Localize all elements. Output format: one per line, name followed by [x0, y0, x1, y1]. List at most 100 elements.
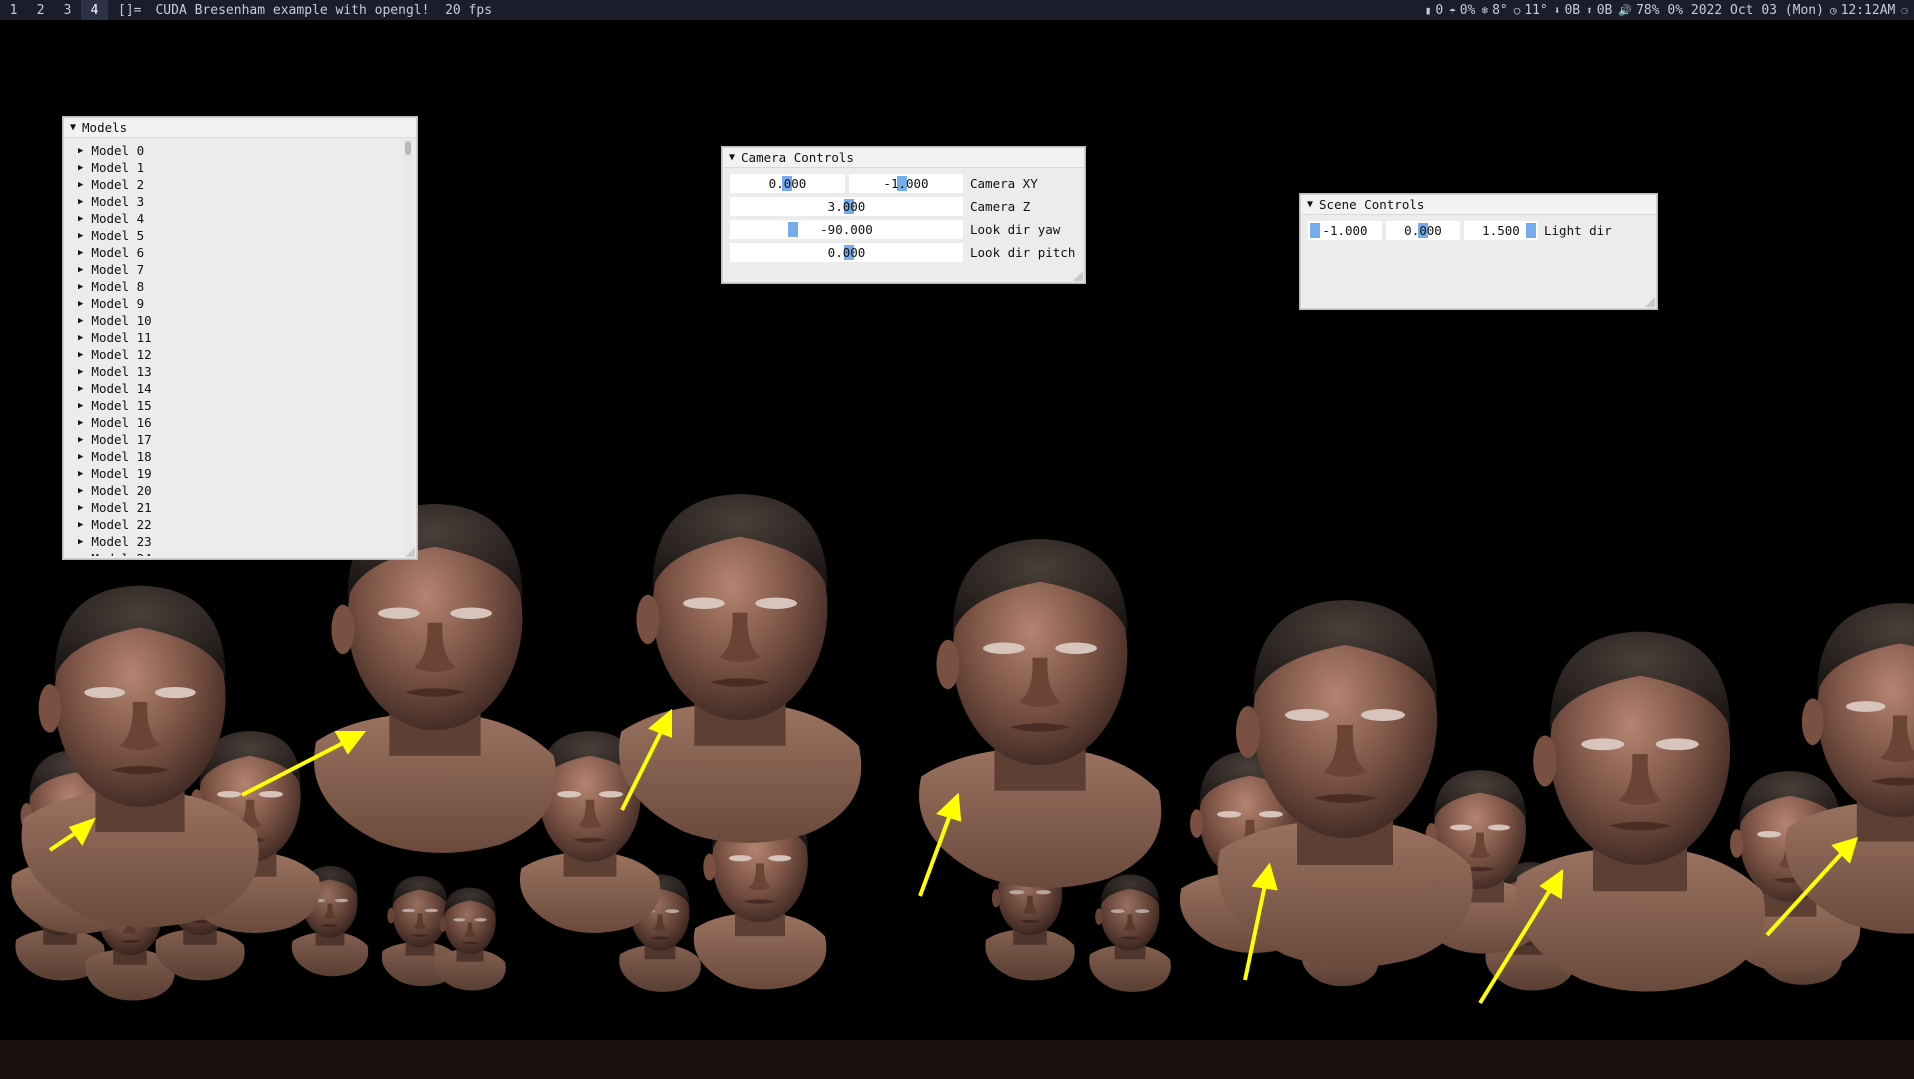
model-tree-item[interactable]: ▶ Model 10 [78, 312, 402, 329]
resize-grip[interactable] [405, 547, 415, 557]
expand-arrow-icon[interactable]: ▶ [78, 197, 83, 207]
expand-arrow-icon[interactable]: ▶ [78, 401, 83, 411]
volume-value: 78% [1636, 2, 1660, 18]
light-dir-z-grab[interactable] [1526, 223, 1536, 238]
light-dir-x-grab[interactable] [1310, 223, 1320, 238]
window-title: CUDA Bresenham example with opengl! 20 f… [155, 2, 493, 18]
camera-window-title[interactable]: ▼ Camera Controls [723, 148, 1084, 168]
model-tree-item[interactable]: ▶ Model 22 [78, 516, 402, 533]
workspace-4[interactable]: 4 [81, 0, 108, 20]
camera-y-drag[interactable]: -1.000 [849, 174, 963, 193]
model-tree-item[interactable]: ▶ Model 2 [78, 176, 402, 193]
light-dir-z-drag[interactable]: 1.500 [1464, 221, 1538, 240]
camera-z-drag[interactable]: 3.000 [730, 197, 963, 216]
camera-xy-label: Camera XY [970, 176, 1038, 191]
resize-grip[interactable] [1645, 297, 1655, 307]
model-tree-item[interactable]: ▶ Model 21 [78, 499, 402, 516]
expand-arrow-icon[interactable]: ▶ [78, 554, 83, 557]
model-tree-item[interactable]: ▶ Model 4 [78, 210, 402, 227]
look-yaw-grab[interactable] [788, 222, 798, 237]
expand-arrow-icon[interactable]: ▶ [78, 367, 83, 377]
light-dir-z-value: 1.500 [1482, 223, 1520, 238]
download-value: 0B [1564, 2, 1581, 18]
status-area: ▮ 0 ☂ 0% ❄ 8° ○ 11° ⬇ 0B ⬆ 0B 🔊 78% 0% 2022 Oct… [1419, 0, 1914, 20]
layout-indicator[interactable]: []= [108, 3, 149, 18]
model-tree-item[interactable]: ▶ Model 6 [78, 244, 402, 261]
model-tree-item[interactable]: ▶ Model 24 [78, 550, 402, 556]
model-tree-item[interactable]: ▶ Model 14 [78, 380, 402, 397]
expand-arrow-icon[interactable]: ▶ [78, 537, 83, 547]
camera-controls-window[interactable]: ▼ Camera Controls 0.000 -1.000 Camera XY… [722, 147, 1085, 283]
look-yaw-label: Look dir yaw [970, 222, 1061, 237]
model-item-label: Model 21 [91, 500, 152, 515]
model-tree-item[interactable]: ▶ Model 5 [78, 227, 402, 244]
light-dir-x-drag[interactable]: -1.000 [1308, 221, 1382, 240]
camera-x-drag[interactable]: 0.000 [730, 174, 845, 193]
resize-grip[interactable] [1073, 271, 1083, 281]
model-tree-item[interactable]: ▶ Model 15 [78, 397, 402, 414]
workspace-2[interactable]: 2 [27, 0, 54, 20]
models-window-title[interactable]: ▼ Models [64, 118, 416, 138]
floor [0, 1040, 1914, 1079]
model-tree-item[interactable]: ▶ Model 7 [78, 261, 402, 278]
model-tree-item[interactable]: ▶ Model 13 [78, 363, 402, 380]
expand-arrow-icon[interactable]: ▶ [78, 248, 83, 258]
model-tree-item[interactable]: ▶ Model 16 [78, 414, 402, 431]
collapse-triangle-icon[interactable]: ▼ [70, 122, 76, 133]
expand-arrow-icon[interactable]: ▶ [78, 333, 83, 343]
expand-arrow-icon[interactable]: ▶ [78, 384, 83, 394]
model-tree-item[interactable]: ▶ Model 23 [78, 533, 402, 550]
model-tree-item[interactable]: ▶ Model 3 [78, 193, 402, 210]
models-title-text: Models [82, 120, 128, 135]
model-tree-item[interactable]: ▶ Model 19 [78, 465, 402, 482]
model-tree-item[interactable]: ▶ Model 1 [78, 159, 402, 176]
model-tree-item[interactable]: ▶ Model 20 [78, 482, 402, 499]
expand-arrow-icon[interactable]: ▶ [78, 503, 83, 513]
model-item-label: Model 6 [91, 245, 145, 260]
expand-arrow-icon[interactable]: ▶ [78, 146, 83, 156]
models-list: ▶ Model 0 ▶ Model 1 ▶ Model 2 ▶ Model 3 ▶ Model 4… [78, 142, 402, 556]
expand-arrow-icon[interactable]: ▶ [78, 265, 83, 275]
light-dir-y-drag[interactable]: 0.000 [1386, 221, 1460, 240]
expand-arrow-icon[interactable]: ▶ [78, 452, 83, 462]
expand-arrow-icon[interactable]: ▶ [78, 435, 83, 445]
model-item-label: Model 12 [91, 347, 152, 362]
expand-arrow-icon[interactable]: ▶ [78, 282, 83, 292]
model-tree-item[interactable]: ▶ Model 18 [78, 448, 402, 465]
upload-value: 0B [1596, 2, 1613, 18]
collapse-triangle-icon[interactable]: ▼ [1307, 199, 1313, 210]
look-yaw-drag[interactable]: -90.000 [730, 220, 963, 239]
workspace-3[interactable]: 3 [54, 0, 81, 20]
models-scrollbar[interactable] [403, 139, 413, 555]
model-tree-item[interactable]: ▶ Model 11 [78, 329, 402, 346]
scene-controls-window[interactable]: ▼ Scene Controls -1.000 0.000 1.500 Ligh… [1300, 194, 1657, 309]
workspace-1[interactable]: 1 [0, 0, 27, 20]
disk-icon: ▮ [1424, 3, 1432, 17]
expand-arrow-icon[interactable]: ▶ [78, 486, 83, 496]
scrollbar-thumb[interactable] [405, 141, 411, 155]
model-tree-item[interactable]: ▶ Model 17 [78, 431, 402, 448]
model-tree-item[interactable]: ▶ Model 9 [78, 295, 402, 312]
look-pitch-drag[interactable]: 0.000 [730, 243, 963, 262]
time-value: 12:12AM [1840, 2, 1896, 18]
expand-arrow-icon[interactable]: ▶ [78, 299, 83, 309]
model-tree-item[interactable]: ▶ Model 8 [78, 278, 402, 295]
models-window[interactable]: ▼ Models ▶ Model 0 ▶ Model 1 ▶ Model 2 ▶ Model … [63, 117, 417, 559]
expand-arrow-icon[interactable]: ▶ [78, 520, 83, 530]
model-item-label: Model 3 [91, 194, 145, 209]
expand-arrow-icon[interactable]: ▶ [78, 418, 83, 428]
expand-arrow-icon[interactable]: ▶ [78, 469, 83, 479]
model-tree-item[interactable]: ▶ Model 12 [78, 346, 402, 363]
expand-arrow-icon[interactable]: ▶ [78, 214, 83, 224]
expand-arrow-icon[interactable]: ▶ [78, 350, 83, 360]
model-item-label: Model 20 [91, 483, 152, 498]
expand-arrow-icon[interactable]: ▶ [78, 316, 83, 326]
snowflake-icon: ❄ [1481, 3, 1489, 17]
model-item-label: Model 2 [91, 177, 145, 192]
collapse-triangle-icon[interactable]: ▼ [729, 152, 735, 163]
expand-arrow-icon[interactable]: ▶ [78, 231, 83, 241]
expand-arrow-icon[interactable]: ▶ [78, 180, 83, 190]
expand-arrow-icon[interactable]: ▶ [78, 163, 83, 173]
scene-window-title[interactable]: ▼ Scene Controls [1301, 195, 1656, 215]
model-tree-item[interactable]: ▶ Model 0 [78, 142, 402, 159]
